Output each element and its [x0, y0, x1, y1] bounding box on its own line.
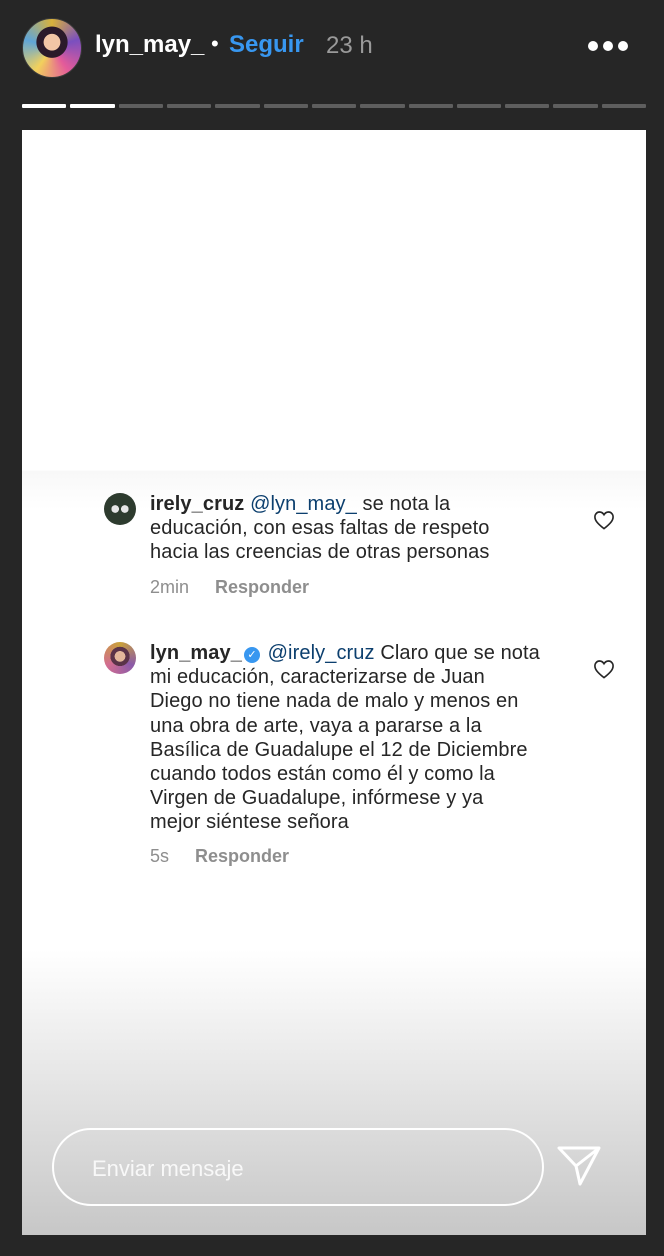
profile-avatar[interactable]: [22, 18, 82, 78]
verified-badge-icon: ✓: [243, 647, 260, 663]
progress-segment: [311, 104, 357, 108]
comment-age: 5s: [150, 846, 170, 866]
comment-line: cuando todos están como él y como la: [150, 763, 495, 786]
progress-segment: [408, 104, 453, 108]
comment-text-1: irely_cruz @lyn_may_ se nota la educació…: [150, 492, 570, 565]
like-heart-icon[interactable]: [593, 659, 615, 679]
comment-line: se nota la: [362, 493, 451, 515]
progress-segment: [553, 104, 598, 108]
send-icon[interactable]: [556, 1144, 602, 1188]
comment-line: Basílica de Guadalupe el 12 de Diciembre: [150, 738, 528, 761]
progress-segment: [166, 104, 212, 108]
separator-dot: •: [211, 31, 219, 56]
comment-text-2: lyn_may_ ✓ @irely_cruz Claro que se nota …: [150, 641, 570, 835]
send-message-input[interactable]: [90, 1150, 514, 1188]
comment-line: educación, con esas faltas de respeto: [150, 517, 490, 540]
comment-meta-2: 5s Responder: [150, 846, 289, 867]
comment-line: hacia las creencias de otras personas: [150, 541, 490, 564]
comment-line: mejor siéntese señora: [150, 811, 349, 834]
progress-segment: [22, 104, 67, 108]
progress-segment: [505, 104, 550, 108]
comment-age: 2min: [150, 577, 190, 597]
story-username[interactable]: lyn_may_: [95, 31, 204, 59]
comment-line: una obra de arte, vaya a pararse a la: [150, 714, 482, 737]
comment-line: Virgen de Guadalupe, infórmese y ya: [150, 787, 484, 810]
progress-segment: [215, 104, 260, 108]
story-content[interactable]: irely_cruz @lyn_may_ se nota la educació…: [22, 130, 646, 1235]
story-timestamp: 23 h: [326, 32, 373, 59]
progress-segment: [601, 104, 647, 108]
message-bar: [52, 1128, 544, 1206]
story-progress-bar: [22, 104, 647, 108]
comment-line: Diego no tiene nada de malo y menos en: [150, 690, 519, 713]
comment-line: mi educación, caracterizarse de Juan: [150, 666, 485, 689]
reply-button[interactable]: Responder: [215, 577, 309, 597]
comment-username: irely_cruz: [150, 493, 245, 515]
comment-mention: @irely_cruz: [267, 642, 375, 664]
story-header: lyn_may_ • Seguir 23 h: [0, 0, 664, 100]
reply-button[interactable]: Responder: [195, 846, 289, 866]
comment-mention: @lyn_may_: [250, 493, 357, 515]
progress-segment: [456, 104, 502, 108]
comment-avatar-lyn: [104, 642, 136, 674]
more-horizontal-icon[interactable]: [588, 38, 630, 54]
comment-meta-1: 2min Responder: [150, 577, 309, 598]
follow-button[interactable]: Seguir: [229, 31, 304, 59]
comment-username: lyn_may_: [150, 642, 242, 664]
progress-segment: [118, 104, 163, 108]
progress-segment: [360, 104, 405, 108]
progress-segment: [70, 104, 115, 108]
progress-segment: [263, 104, 308, 108]
comment-line: Claro que se nota: [380, 642, 540, 664]
comment-avatar-irely: [104, 493, 136, 525]
like-heart-icon[interactable]: [593, 510, 615, 530]
